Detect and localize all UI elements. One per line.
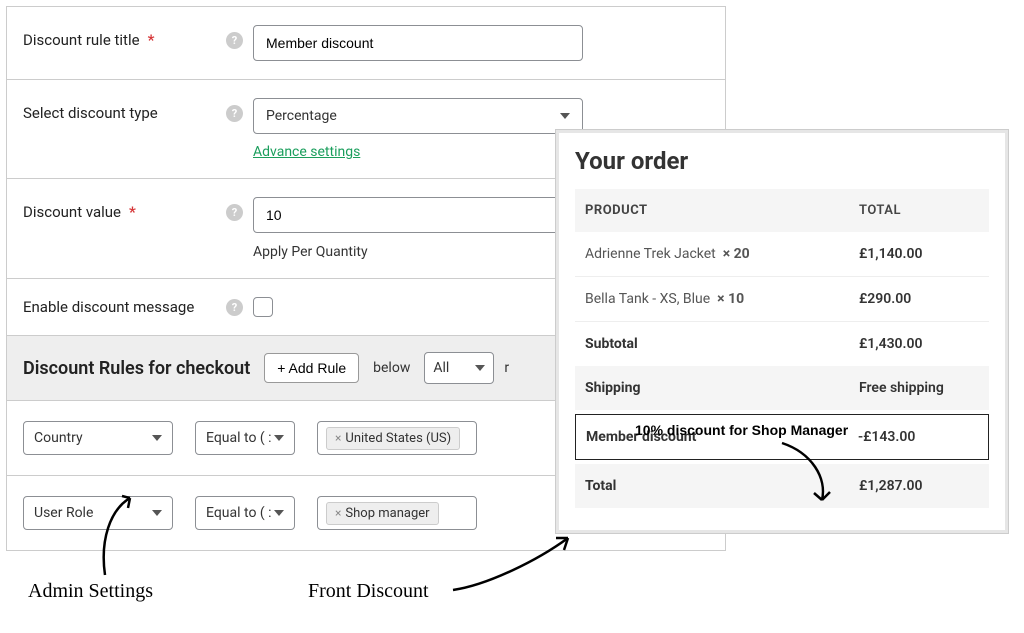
required-asterisk: * <box>129 203 136 221</box>
shipping-label: Shipping <box>585 380 859 396</box>
tag: × United States (US) <box>326 427 460 450</box>
tag-label: United States (US) <box>345 431 451 446</box>
chevron-down-icon <box>274 435 284 441</box>
rules-heading: Discount Rules for checkout <box>23 358 250 379</box>
chevron-down-icon <box>475 365 485 371</box>
order-item-row: Adrienne Trek Jacket × 20 £1,140.00 <box>575 232 989 276</box>
chevron-down-icon <box>560 113 570 119</box>
select-value: Country <box>34 430 83 446</box>
item-qty: × 20 <box>723 246 750 262</box>
select-value: Percentage <box>266 108 337 124</box>
discount-value-input[interactable] <box>253 197 583 233</box>
add-rule-button[interactable]: + Add Rule <box>264 353 359 383</box>
tag: × Shop manager <box>326 502 439 525</box>
discount-type-label: Select discount type ? <box>23 98 253 122</box>
rule-title-input[interactable] <box>253 25 583 61</box>
rule-field-select[interactable]: User Role <box>23 496 173 530</box>
item-total: £290.00 <box>859 291 979 307</box>
subtotal-value: £1,430.00 <box>859 336 979 352</box>
item-qty: × 10 <box>717 291 744 307</box>
item-name: Bella Tank - XS, Blue <box>585 291 710 307</box>
label-text: Enable discount message <box>23 298 194 316</box>
apply-per-quantity-row: Apply Per Quantity ? <box>253 243 583 260</box>
required-asterisk: * <box>148 31 155 49</box>
col-product: PRODUCT <box>585 203 859 218</box>
chevron-down-icon <box>274 510 284 516</box>
shipping-row: Shipping Free shipping <box>575 366 989 410</box>
rule-operator-select[interactable]: Equal to ( : <box>195 496 295 530</box>
rule-operator-select[interactable]: Equal to ( : <box>195 421 295 455</box>
order-header-row: PRODUCT TOTAL <box>575 189 989 232</box>
rule-field-select[interactable]: Country <box>23 421 173 455</box>
label-text: Select discount type <box>23 104 158 122</box>
rules-match-select[interactable]: All <box>424 352 494 384</box>
total-label: Total <box>585 478 859 494</box>
chevron-down-icon <box>152 510 162 516</box>
advance-settings-link[interactable]: Advance settings <box>253 144 360 160</box>
select-value: User Role <box>34 505 93 521</box>
help-icon[interactable]: ? <box>226 32 243 49</box>
rule-title-label: Discount rule title * ? <box>23 25 253 49</box>
label-text: Discount value <box>23 203 121 221</box>
select-value: Equal to ( : <box>206 505 272 521</box>
total-value: £1,287.00 <box>859 478 979 494</box>
help-icon[interactable]: ? <box>226 105 243 122</box>
chevron-down-icon <box>152 435 162 441</box>
order-panel: Your order PRODUCT TOTAL Adrienne Trek J… <box>556 130 1008 533</box>
help-icon[interactable]: ? <box>226 204 243 221</box>
shipping-value: Free shipping <box>859 380 979 396</box>
subtotal-row: Subtotal £1,430.00 <box>575 321 989 366</box>
col-total: TOTAL <box>859 203 979 218</box>
row-rule-title: Discount rule title * ? <box>7 7 725 80</box>
total-row: Total £1,287.00 <box>575 464 989 508</box>
order-heading: Your order <box>575 147 989 175</box>
select-value: All <box>433 360 449 376</box>
discount-message-checkbox[interactable] <box>253 297 273 317</box>
discount-type-select[interactable]: Percentage <box>253 98 583 134</box>
tag-label: Shop manager <box>345 506 429 521</box>
annotation-admin: Admin Settings <box>28 580 153 603</box>
rules-suffix-text: r <box>504 360 509 376</box>
annotation-front: Front Discount <box>308 580 429 603</box>
label-text: Discount rule title <box>23 31 140 49</box>
close-icon[interactable]: × <box>335 431 341 445</box>
select-value: Equal to ( : <box>206 430 272 446</box>
apply-per-quantity-label: Apply Per Quantity <box>253 244 368 260</box>
subtotal-label: Subtotal <box>585 336 859 352</box>
order-table: PRODUCT TOTAL Adrienne Trek Jacket × 20 … <box>575 189 989 508</box>
rule-value-box[interactable]: × United States (US) <box>317 421 477 455</box>
rule-value-box[interactable]: × Shop manager <box>317 496 477 530</box>
discount-message-label: Enable discount message ? <box>23 298 253 316</box>
discount-value-label: Discount value * ? <box>23 197 253 221</box>
item-name: Adrienne Trek Jacket <box>585 246 716 262</box>
order-item-row: Bella Tank - XS, Blue × 10 £290.00 <box>575 276 989 321</box>
item-total: £1,140.00 <box>859 246 979 262</box>
close-icon[interactable]: × <box>335 506 341 520</box>
annotation-callout: 10% discount for Shop Manager <box>635 422 848 438</box>
below-label: below <box>373 360 410 376</box>
discount-value: -£143.00 <box>858 429 978 445</box>
help-icon[interactable]: ? <box>226 299 243 316</box>
